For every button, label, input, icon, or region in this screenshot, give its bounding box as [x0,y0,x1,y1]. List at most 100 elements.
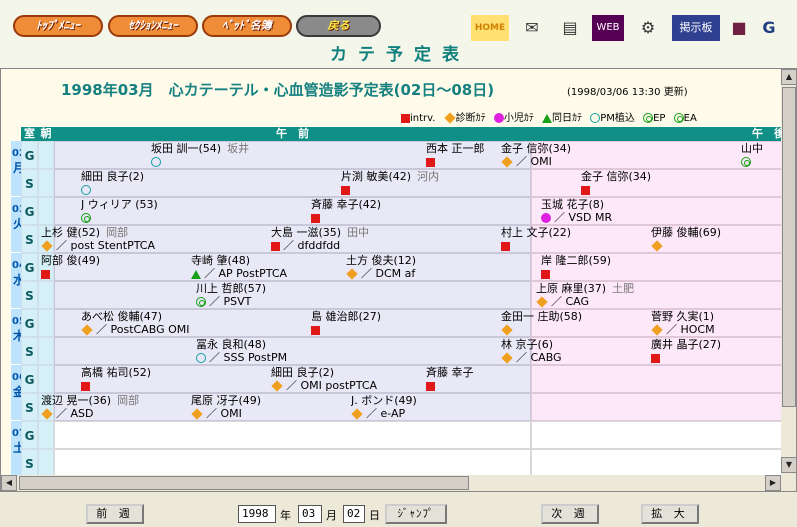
next-week-button[interactable]: 次 週 [541,504,599,524]
patient-name: 廣井 晶子(27) [651,338,722,351]
schedule-entry[interactable]: 菅野 久実(1) ／ HOCM [651,310,781,336]
schedule-entry[interactable]: 片渕 敏美(42) 河内 [341,170,581,196]
schedule-entry[interactable]: 伊藤 俊輔(69) [651,226,781,252]
schedule-entry[interactable]: 上杉 健(52) 岡部／ post StentPTCA [41,226,281,252]
procedure-icon [191,269,201,279]
patient-name: 金子 信弥(34) [501,142,572,155]
schedule-entry[interactable]: あべ松 俊輔(47) ／ PostCABG OMI [81,310,321,336]
patient-name: 伊藤 俊輔(69) [651,226,722,239]
patient-name: 阿部 俊(49) [41,254,101,267]
am-slot[interactable] [54,449,531,477]
web-icon[interactable]: WEB [592,15,624,41]
scroll-thumb[interactable] [782,87,796,407]
schedule-entry[interactable]: 大島 一滋(35) 田中 ／ dfddfdd [271,226,511,252]
year-input[interactable]: 1998 [238,505,276,523]
diagnosis-note: ／ dfddfdd [283,239,341,252]
procedure-icon [651,324,663,336]
home-icon[interactable]: HOME [471,15,509,41]
bbs-icon[interactable]: 掲示板 [672,15,720,41]
patient-name: 土方 俊夫(12) [346,254,417,267]
scroll-down-icon[interactable]: ▼ [781,457,796,473]
month-input[interactable]: 03 [298,505,322,523]
diamond-icon [443,112,456,124]
procedure-icon [311,213,320,223]
updated-time: (1998/03/06 13:30 更新) [567,87,688,98]
memo-icon[interactable]: ▤ [554,15,586,41]
zoom-button[interactable]: 拡 大 [641,504,699,524]
schedule-entry[interactable]: 金子 信弥(34) [581,170,781,196]
horizontal-scrollbar[interactable]: ◀ ▶ [1,475,781,491]
schedule-entry[interactable]: J ウィリア (53) [81,198,321,224]
prev-week-button[interactable]: 前 週 [86,504,144,524]
procedure-icon [741,157,751,167]
schedule-entry[interactable]: 坂田 訓一(54) 坂井 [151,142,391,168]
morning-cell[interactable] [38,281,54,309]
pm-slot[interactable] [531,449,791,477]
procedure-icon [426,381,435,391]
schedule-entry[interactable]: 岸 隆二郎(59) [541,254,781,280]
jump-button[interactable]: ｼﾞｬﾝﾌﾟ [385,504,447,524]
procedure-icon [41,408,53,420]
schedule-entry[interactable]: 斉藤 幸子(42) [311,198,551,224]
patient-name: 島 雄治郎(27) [311,310,382,323]
schedule-entry[interactable]: 上原 麻里(37) 土肥 ／ CAG [536,282,776,308]
schedule-entry[interactable]: 冨永 良和(48) ／ SSS PostPM [196,338,436,364]
scroll-left-icon[interactable]: ◀ [1,475,17,491]
schedule-entry[interactable]: 玉城 花子(8) ／ VSD MR [541,198,781,224]
patient-name: 西本 正一郎 [426,142,485,155]
patient-name: 細田 良子(2) [271,366,335,379]
section-menu-button[interactable]: ｾｸｼｮﾝﾒﾆｭｰ [108,15,198,37]
scroll-up-icon[interactable]: ▲ [781,69,796,85]
room-cell: G [21,365,38,393]
scroll-right-icon[interactable]: ▶ [765,475,781,491]
mail-icon[interactable]: ✉ [516,15,548,41]
diagnosis-note: ／ post StentPTCA [56,239,156,252]
sitemap-icon[interactable]: ⚙ [630,15,666,41]
schedule-entry[interactable]: 山中 [741,142,781,168]
circle-icon [590,113,601,123]
morning-cell[interactable] [38,169,54,197]
header-room: 室 [21,127,38,141]
room-cell: S [21,337,38,365]
day-input[interactable]: 02 [343,505,365,523]
morning-cell[interactable] [38,337,54,365]
patient-name: 片渕 敏美(42) [341,170,412,183]
pm-slot[interactable] [531,421,791,449]
vertical-scrollbar[interactable]: ▲ ▼ [781,69,796,491]
scroll-thumb[interactable] [19,476,469,490]
morning-cell[interactable] [38,449,54,477]
room-cell: G [21,309,38,337]
patient-name: J ウィリア (53) [81,198,158,211]
bed-list-button[interactable]: ﾍﾞｯﾄﾞ名簿 [202,15,292,37]
morning-cell[interactable] [38,197,54,225]
room-cell: S [21,169,38,197]
morning-cell[interactable] [38,365,54,393]
top-menu-button[interactable]: ﾄｯﾌﾟﾒﾆｭｰ [13,15,103,37]
logo-icon[interactable]: G [756,15,782,41]
morning-cell[interactable] [38,141,54,169]
legend-item: PM植込 [590,113,635,124]
schedule-entry[interactable]: 斉藤 幸子 [426,366,666,392]
schedule-entry[interactable]: 廣井 晶子(27) [651,338,781,364]
am-slot[interactable] [54,421,531,449]
diagnosis-note: ／ AP PostPTCA [204,267,288,280]
schedule-entry[interactable]: J. ボンド(49) ／ e-AP [351,394,591,420]
procedure-icon [81,381,90,391]
triangle-icon [542,113,553,123]
procedure-icon [271,380,283,392]
back-button[interactable]: 戻る [296,15,381,37]
bottom-bar: 前 週 1998 年 03 月 02 日 ｼﾞｬﾝﾌﾟ 次 週 拡 大 [0,495,797,527]
morning-cell[interactable] [38,309,54,337]
schedule-entry[interactable]: 細田 良子(2) [81,170,321,196]
schedule-entry[interactable]: 金子 信弥(34) ／ OMI [501,142,741,168]
schedule-entry[interactable]: 川上 哲郎(57) ／ PSVT [196,282,436,308]
header-pm: 午 後 [531,127,791,141]
legend-item: EA [673,113,697,124]
book-icon[interactable]: ■ [726,15,752,41]
legend-item: 同日ｶﾃ [542,113,582,124]
procedure-icon [501,352,513,364]
patient-name: 上杉 健(52) [41,226,101,239]
diagnosis-note: ／ SSS PostPM [209,351,288,364]
morning-cell[interactable] [38,421,54,449]
doctor-name: 河内 [417,170,440,183]
